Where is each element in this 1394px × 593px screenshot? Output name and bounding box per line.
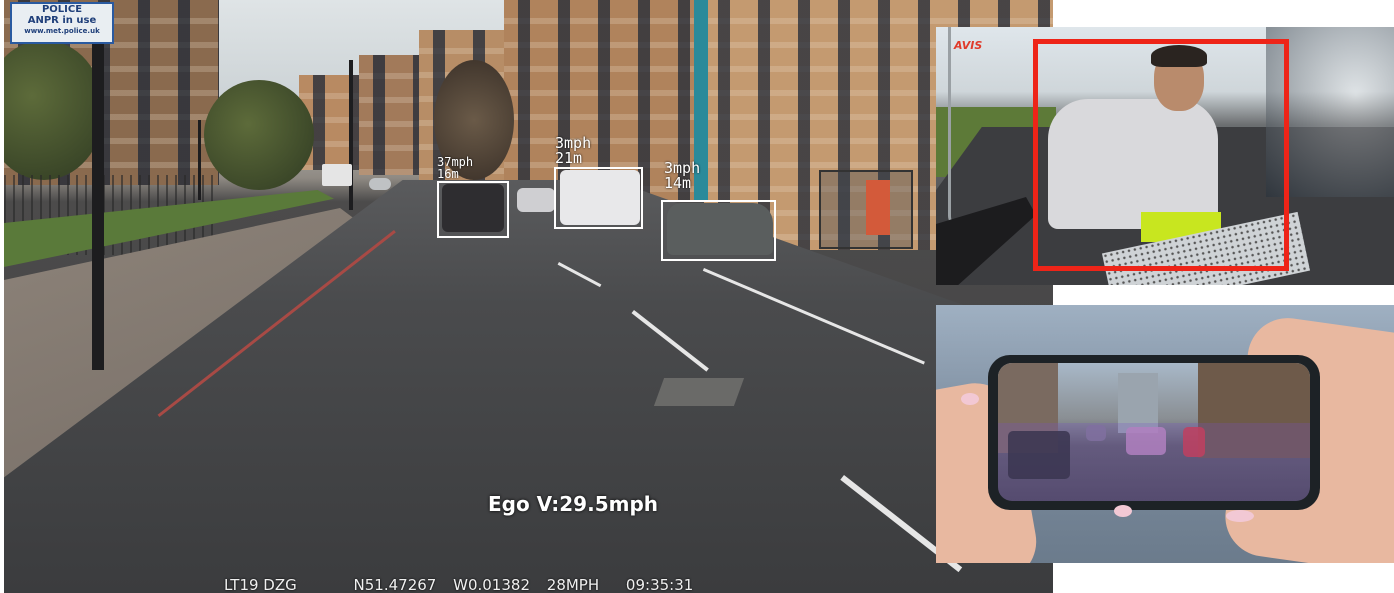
sign-line: www.met.police.uk: [24, 27, 100, 35]
detection-box: [437, 181, 509, 238]
detection-label: 37mph 16m: [437, 155, 474, 181]
screen-car: [1086, 425, 1106, 441]
recorded-speed: 28MPH: [546, 576, 600, 593]
fingernail: [1114, 505, 1132, 517]
fingernail: [1226, 510, 1254, 522]
sign-post: [198, 120, 201, 200]
car-background: [369, 178, 391, 190]
person-detection-box: [1033, 39, 1289, 271]
phone-screen: [998, 363, 1310, 501]
screen-car: [1008, 431, 1070, 479]
lamp-post: [349, 60, 353, 210]
sign-line: ANPR in use: [27, 15, 97, 26]
detection-box: [661, 200, 776, 261]
fingernail: [961, 393, 979, 405]
detection-label: 3mph 14m: [664, 159, 701, 192]
screen-cyclist: [1183, 427, 1205, 457]
sign-line: POLICE: [41, 4, 83, 15]
tree: [204, 80, 314, 190]
bike-handlebar: [948, 27, 959, 227]
ego-speed-readout: Ego V:29.5mph: [488, 492, 658, 516]
plate-number: LT19 DZG: [224, 576, 297, 593]
detection-label: 3mph 21m: [555, 134, 592, 167]
camera-logo: AVIS: [954, 39, 983, 52]
timestamp: 09:35:31: [625, 576, 694, 593]
gps-lat: N51.47267: [353, 576, 437, 593]
detection-box: [554, 167, 643, 229]
cyclist-camera-view: AVIS: [936, 27, 1394, 285]
anpr-sign: POLICE ANPR in use www.met.police.uk: [10, 2, 114, 44]
dashcam-view: POLICE ANPR in use www.met.police.uk 37m…: [4, 0, 1053, 593]
car-background: [517, 188, 555, 212]
gps-lon: W0.01382: [453, 576, 530, 593]
truck-background: [322, 164, 352, 186]
screen-car: [1126, 427, 1166, 455]
dashcam-overlay: LT19 DZG N51.47267 W0.01382 28MPH 09:35:…: [224, 576, 705, 593]
phone-demo-view: [936, 305, 1394, 563]
lamp-post: [92, 30, 104, 370]
manhole-cover: [653, 378, 745, 406]
bus-shelter-ad: [866, 180, 890, 235]
